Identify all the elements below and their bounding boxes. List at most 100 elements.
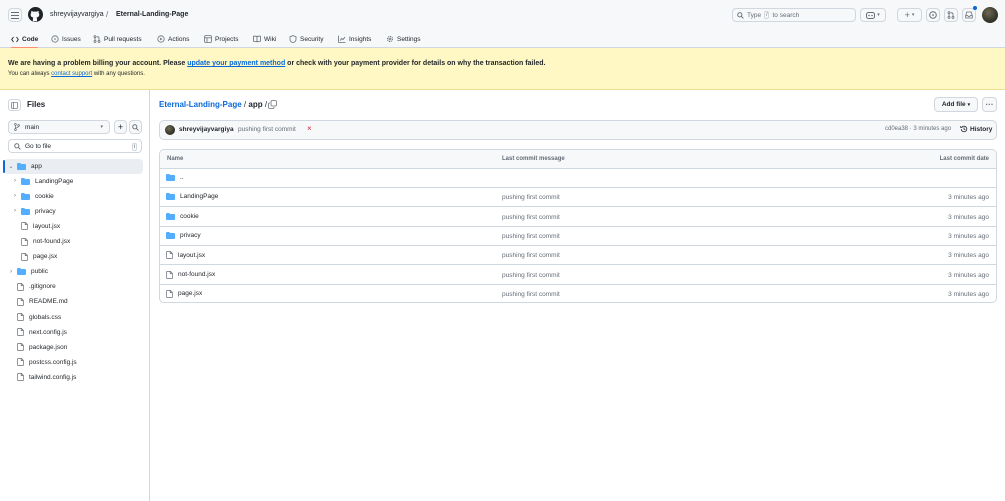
inbox-button[interactable]: [962, 8, 976, 22]
search-files-button[interactable]: [129, 120, 142, 134]
banner-text: We are having a problem billing your acc…: [8, 60, 188, 67]
tab-label: Issues: [62, 35, 81, 43]
row-name-cell[interactable]: ..: [166, 174, 184, 181]
chevron-right-icon[interactable]: ›: [12, 178, 18, 184]
copilot-button[interactable]: ▾: [860, 8, 886, 22]
pull-requests-button[interactable]: [944, 8, 958, 22]
file-icon: [21, 237, 28, 246]
tab-code[interactable]: Code: [11, 30, 39, 49]
history-button[interactable]: History: [960, 125, 992, 133]
tree-file[interactable]: tailwind.config.js: [17, 370, 76, 384]
table-row[interactable]: LandingPage pushing first commit 3 minutes…: [160, 188, 996, 208]
row-commit-message[interactable]: pushing first commit: [502, 291, 560, 298]
tree-item-label: .gitignore: [29, 283, 56, 291]
folder-icon: [17, 162, 26, 170]
update-payment-link[interactable]: update your payment method: [187, 60, 285, 67]
table-row[interactable]: cookie pushing first commit 3 minutes ago: [160, 208, 996, 227]
more-options-button[interactable]: ···: [982, 97, 997, 112]
row-name[interactable]: LandingPage: [180, 193, 218, 200]
row-commit-date: 3 minutes ago: [948, 232, 989, 240]
table-row[interactable]: ..: [160, 169, 996, 188]
commit-author-link[interactable]: shreyvijayvargiya: [179, 126, 234, 133]
tab-pull-requests[interactable]: Pull requests: [93, 30, 142, 48]
row-name-cell[interactable]: privacy: [166, 231, 201, 239]
tree-file[interactable]: page.jsx: [21, 250, 57, 264]
row-name-cell[interactable]: LandingPage: [166, 193, 218, 201]
chevron-down-icon[interactable]: ⌄: [8, 163, 14, 170]
row-name-cell[interactable]: layout.jsx: [166, 251, 205, 260]
tree-file[interactable]: .gitignore: [17, 280, 56, 294]
tree-folder[interactable]: › privacy: [12, 204, 56, 218]
issues-button[interactable]: [926, 8, 940, 22]
commit-hash-time[interactable]: cd0ea38 · 3 minutes ago: [885, 126, 951, 132]
tree-folder[interactable]: › LandingPage: [12, 174, 73, 188]
owner-link[interactable]: shreyvijayvargiya: [50, 11, 104, 18]
row-name[interactable]: ..: [180, 174, 184, 181]
chevron-right-icon[interactable]: ›: [12, 208, 18, 214]
play-icon: [157, 35, 165, 43]
copilot-icon: [866, 12, 876, 19]
tree-file[interactable]: next.config.js: [17, 325, 67, 339]
tree-file[interactable]: layout.jsx: [21, 219, 60, 233]
row-commit-message[interactable]: pushing first commit: [502, 214, 560, 221]
file-icon-wrap: [17, 373, 24, 382]
row-name-cell[interactable]: not-found.jsx: [166, 270, 215, 279]
tree-file[interactable]: globals.css: [17, 310, 61, 324]
row-commit-message[interactable]: pushing first commit: [502, 194, 560, 201]
tree-file[interactable]: postcss.config.js: [17, 355, 77, 369]
branch-selector[interactable]: main ▾: [8, 120, 110, 134]
menu-button[interactable]: [8, 8, 22, 22]
tree-folder[interactable]: › public: [8, 265, 48, 279]
row-name-cell[interactable]: page.jsx: [166, 289, 202, 298]
create-new-button[interactable]: + ▾: [897, 8, 922, 22]
tab-issues[interactable]: Issues: [51, 30, 81, 48]
table-row[interactable]: not-found.jsx pushing first commit 3 minut…: [160, 266, 996, 285]
tab-label: Pull requests: [104, 35, 142, 43]
table-row[interactable]: layout.jsx pushing first commit 3 minutes …: [160, 246, 996, 266]
row-name[interactable]: layout.jsx: [178, 252, 205, 259]
commit-message-link[interactable]: pushing first commit: [238, 126, 296, 133]
add-file-sidebar-button[interactable]: +: [114, 120, 127, 134]
chevron-right-icon[interactable]: ›: [8, 269, 14, 275]
breadcrumb-repo-link[interactable]: Eternal-Landing-Page: [159, 100, 242, 109]
row-commit-message[interactable]: pushing first commit: [502, 233, 560, 240]
commit-author-avatar[interactable]: [165, 125, 175, 135]
copy-path-icon[interactable]: [268, 100, 277, 109]
row-commit-date: 3 minutes ago: [948, 213, 989, 221]
row-name[interactable]: page.jsx: [178, 290, 202, 297]
row-name-cell[interactable]: cookie: [166, 212, 199, 220]
search-input[interactable]: Type / to search: [732, 8, 856, 22]
collapse-sidebar-button[interactable]: [8, 99, 21, 111]
file-icon-wrap: [17, 297, 24, 306]
file-icon: [17, 313, 24, 321]
contact-support-link[interactable]: contact support: [51, 71, 92, 77]
tab-projects[interactable]: Projects: [204, 30, 238, 48]
chevron-right-icon[interactable]: ›: [12, 193, 18, 199]
github-logo-icon[interactable]: [28, 7, 43, 22]
tab-settings[interactable]: Settings: [386, 30, 421, 48]
search-icon: [737, 11, 744, 19]
tree-file[interactable]: package.json: [17, 340, 67, 354]
tree-folder[interactable]: › cookie: [12, 189, 54, 203]
branch-name: main: [25, 123, 40, 131]
file-icon-wrap: [17, 282, 24, 291]
commit-status-failed-icon[interactable]: ×: [307, 124, 312, 133]
user-avatar[interactable]: [982, 7, 998, 23]
tree-folder[interactable]: ⌄ app: [8, 159, 42, 173]
tree-file[interactable]: README.md: [17, 295, 68, 309]
table-row[interactable]: page.jsx pushing first commit 3 minutes ag…: [160, 285, 996, 302]
tab-insights[interactable]: Insights: [338, 30, 371, 48]
row-name[interactable]: not-found.jsx: [178, 271, 215, 278]
tab-security[interactable]: Security: [289, 30, 323, 48]
row-name[interactable]: privacy: [180, 232, 201, 239]
table-row[interactable]: privacy pushing first commit 3 minutes ago: [160, 227, 996, 246]
row-commit-message[interactable]: pushing first commit: [502, 272, 560, 279]
tab-actions[interactable]: Actions: [157, 30, 189, 48]
go-to-file-input[interactable]: Go to file t: [8, 139, 142, 153]
tree-file[interactable]: not-found.jsx: [21, 235, 70, 249]
add-file-button[interactable]: Add file ▾: [934, 97, 978, 112]
row-name[interactable]: cookie: [180, 213, 199, 220]
tab-wiki[interactable]: Wiki: [253, 30, 276, 48]
row-commit-message[interactable]: pushing first commit: [502, 252, 560, 259]
repo-link[interactable]: Eternal-Landing-Page: [116, 11, 188, 18]
